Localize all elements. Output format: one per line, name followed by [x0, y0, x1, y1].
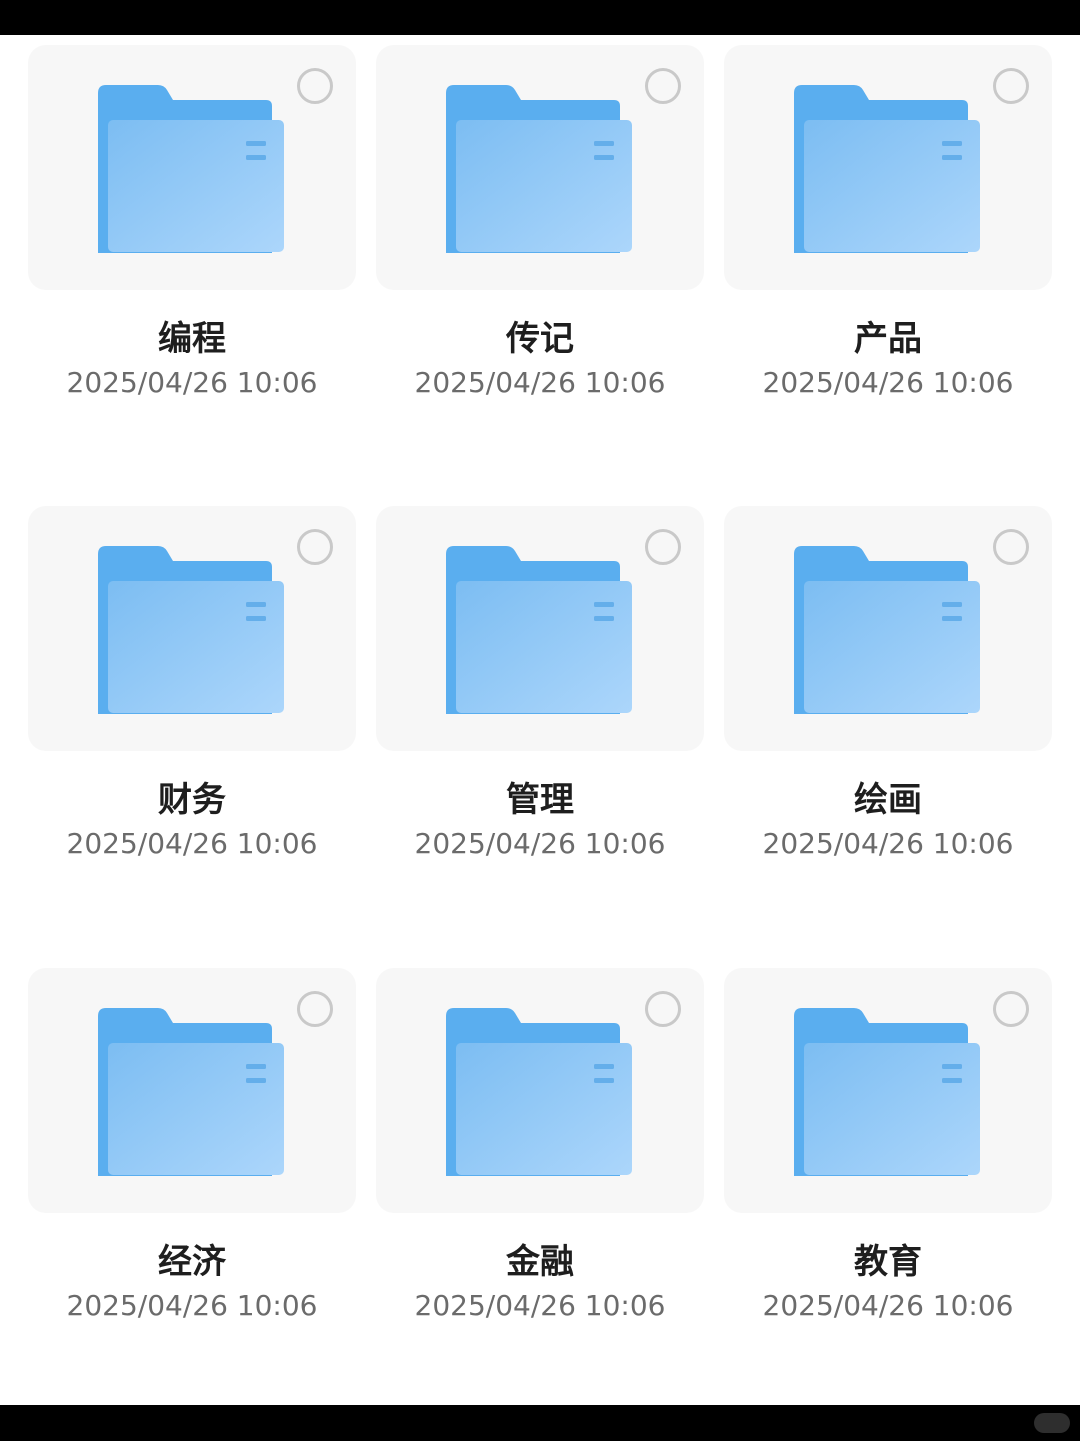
folder-item[interactable]: 管理 2025/04/26 10:06: [376, 496, 704, 896]
select-checkbox[interactable]: [645, 68, 681, 104]
folder-icon: [98, 546, 284, 714]
select-checkbox[interactable]: [297, 991, 333, 1027]
folder-date: 2025/04/26 10:06: [414, 366, 666, 399]
folder-date: 2025/04/26 10:06: [762, 1289, 1014, 1322]
select-checkbox[interactable]: [645, 529, 681, 565]
folder-icon: [446, 546, 632, 714]
folder-thumbnail[interactable]: [724, 45, 1052, 290]
folder-icon: [794, 546, 980, 714]
folder-thumbnail[interactable]: [376, 45, 704, 290]
folder-thumbnail[interactable]: [376, 968, 704, 1213]
folder-thumbnail[interactable]: [724, 506, 1052, 751]
folder-icon: [446, 85, 632, 253]
select-checkbox[interactable]: [297, 529, 333, 565]
folder-name: 教育: [854, 1242, 922, 1282]
folder-item[interactable]: 财务 2025/04/26 10:06: [28, 496, 356, 896]
folder-thumbnail[interactable]: [376, 506, 704, 751]
select-checkbox[interactable]: [297, 68, 333, 104]
folder-name: 金融: [506, 1242, 574, 1282]
folder-name: 传记: [506, 319, 574, 359]
folder-item[interactable]: 产品 2025/04/26 10:06: [724, 35, 1052, 435]
folder-item[interactable]: 绘画 2025/04/26 10:06: [724, 496, 1052, 896]
folder-date: 2025/04/26 10:06: [414, 1289, 666, 1322]
bottom-black-bar: [0, 1405, 1080, 1441]
folder-item[interactable]: 教育 2025/04/26 10:06: [724, 958, 1052, 1358]
folder-date: 2025/04/26 10:06: [414, 827, 666, 860]
folder-date: 2025/04/26 10:06: [66, 1289, 318, 1322]
folder-date: 2025/04/26 10:06: [762, 366, 1014, 399]
folder-name: 产品: [854, 319, 922, 359]
folder-icon: [794, 1008, 980, 1176]
folder-date: 2025/04/26 10:06: [66, 827, 318, 860]
watermark-badge: [1034, 1413, 1070, 1433]
folder-item[interactable]: 传记 2025/04/26 10:06: [376, 35, 704, 435]
top-black-bar: [0, 0, 1080, 35]
folder-item[interactable]: 编程 2025/04/26 10:06: [28, 35, 356, 435]
folder-name: 绘画: [854, 780, 922, 820]
folder-name: 管理: [506, 780, 574, 820]
folder-item[interactable]: 经济 2025/04/26 10:06: [28, 958, 356, 1358]
folder-thumbnail[interactable]: [28, 45, 356, 290]
select-checkbox[interactable]: [993, 529, 1029, 565]
folder-item[interactable]: 金融 2025/04/26 10:06: [376, 958, 704, 1358]
select-checkbox[interactable]: [645, 991, 681, 1027]
folder-icon: [98, 1008, 284, 1176]
folder-thumbnail[interactable]: [28, 968, 356, 1213]
folder-name: 经济: [158, 1242, 226, 1282]
folder-icon: [446, 1008, 632, 1176]
folder-thumbnail[interactable]: [28, 506, 356, 751]
folder-icon: [98, 85, 284, 253]
folder-name: 编程: [158, 319, 226, 359]
folder-name: 财务: [158, 780, 226, 820]
folder-date: 2025/04/26 10:06: [762, 827, 1014, 860]
select-checkbox[interactable]: [993, 68, 1029, 104]
folder-date: 2025/04/26 10:06: [66, 366, 318, 399]
select-checkbox[interactable]: [993, 991, 1029, 1027]
folder-icon: [794, 85, 980, 253]
folder-thumbnail[interactable]: [724, 968, 1052, 1213]
